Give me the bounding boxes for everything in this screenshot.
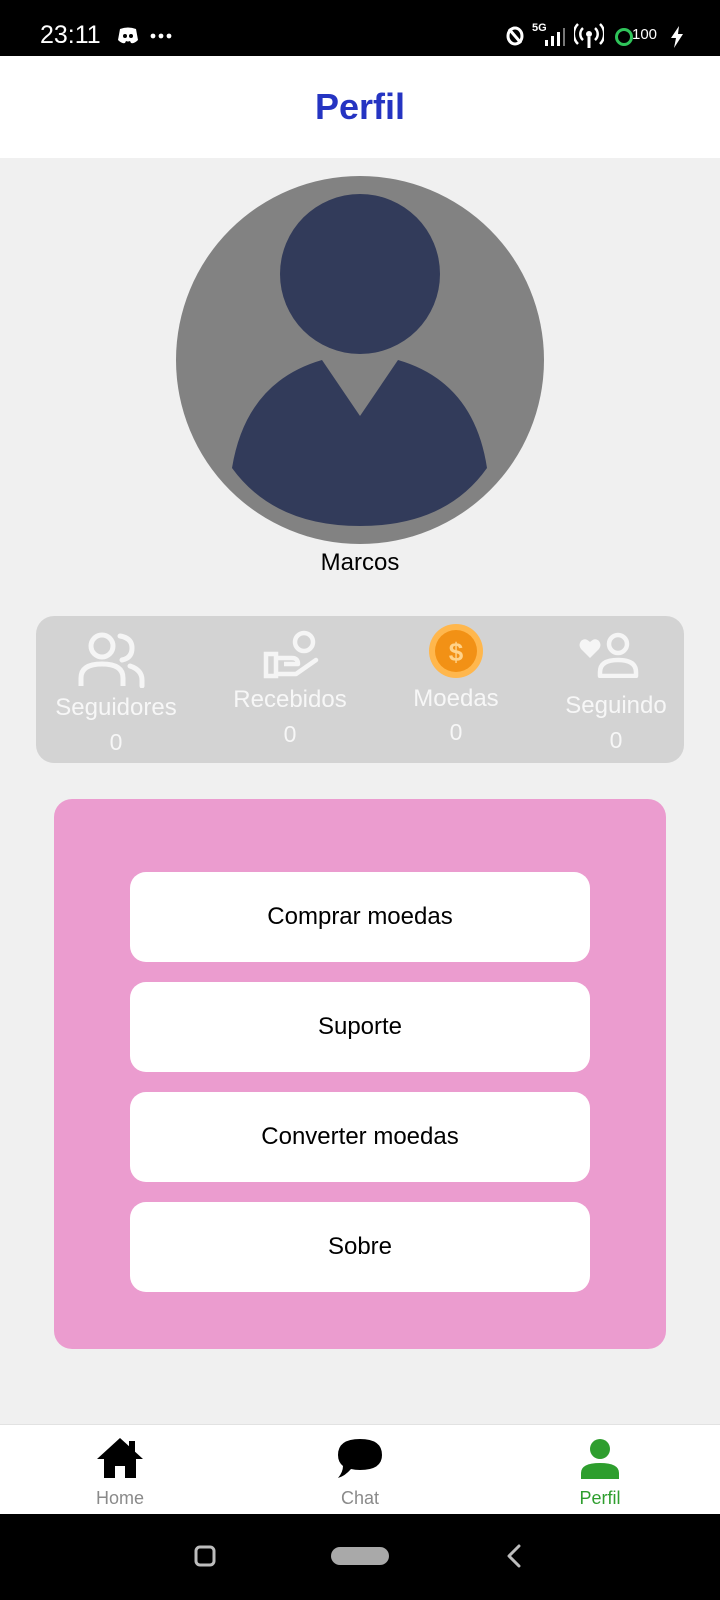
stat-value: 0 [449,719,463,745]
signal-5g-icon [545,28,565,46]
person-icon [581,1439,619,1479]
back-icon[interactable] [506,1543,522,1569]
support-button[interactable]: Suporte [130,982,590,1072]
home-pill-icon[interactable] [330,1545,390,1567]
blocked-icon [506,26,524,46]
charging-icon [671,26,683,48]
stat-label: Moedas [413,685,499,712]
stat-followers[interactable]: Seguidores 0 [36,616,196,763]
battery-level: 100 [632,26,658,43]
page-title: Perfil [314,86,406,127]
app-header: Perfil [0,56,720,158]
default-user-avatar-icon[interactable] [176,176,544,544]
nav-label: Chat [340,1488,380,1508]
nav-item-home[interactable]: Home [40,1425,200,1515]
stat-coins[interactable]: $ Moedas 0 [376,616,536,763]
menu-card: Comprar moedas Suporte Converter moedas … [54,799,666,1349]
buy-coins-button[interactable]: Comprar moedas [130,872,590,962]
hotspot-icon [574,23,604,48]
discord-icon [118,27,138,44]
convert-coins-button[interactable]: Converter moedas [130,1092,590,1182]
stat-label: Recebidos [233,686,347,713]
stat-received[interactable]: Recebidos 0 [210,616,370,763]
following-heart-user-icon [579,632,639,678]
stat-value: 0 [109,729,123,755]
recents-icon[interactable] [194,1545,216,1567]
about-button[interactable]: Sobre [130,1202,590,1292]
nav-label: Perfil [579,1488,621,1508]
stat-value: 0 [609,727,623,753]
stat-value: 0 [283,721,297,747]
more-dots-icon [150,33,172,39]
followers-icon [78,632,145,688]
stat-following[interactable]: Seguindo 0 [536,616,696,763]
received-gift-icon [263,630,319,679]
nav-label: Home [95,1488,144,1508]
nav-item-chat[interactable]: Chat [280,1425,440,1515]
stats-panel: Seguidores 0 Recebidos 0 $ Moedas 0 Segu… [36,616,684,763]
svg-text:$: $ [449,637,464,667]
system-navigation-bar [0,1514,720,1600]
home-icon [97,1438,143,1478]
status-time: 23:11 [40,21,101,49]
coin-icon: $ [429,624,483,678]
user-name: Marcos [320,549,400,576]
status-bar: 23:11 5G 100 [0,0,720,56]
bottom-navigation: Home Chat Perfil [0,1424,720,1515]
chat-bubble-icon [338,1439,382,1478]
stat-label: Seguidores [55,694,177,721]
battery-icon [615,28,633,46]
stat-label: Seguindo [565,692,667,719]
nav-item-perfil[interactable]: Perfil [520,1425,680,1515]
